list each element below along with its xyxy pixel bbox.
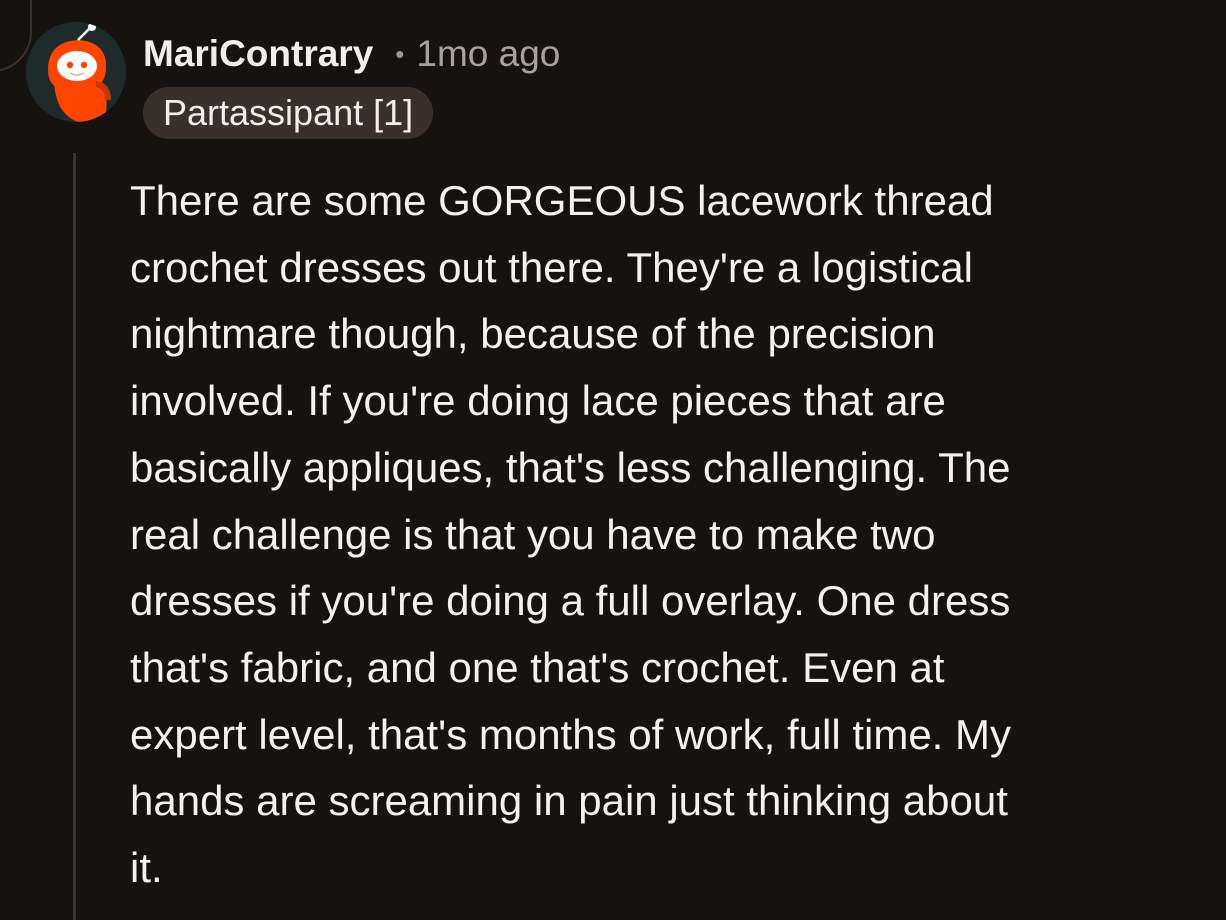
comment-body-text: There are some GORGEOUS lacework thread …	[130, 177, 1011, 892]
comment-page: MariContrary • 1mo ago Partassipant [1] …	[0, 0, 1226, 920]
comment-timestamp[interactable]: 1mo ago	[416, 33, 560, 75]
meta-separator: •	[395, 38, 405, 69]
user-avatar[interactable]	[26, 22, 126, 122]
user-flair-badge: Partassipant [1]	[143, 87, 434, 139]
reddit-snoo-avatar-icon	[26, 22, 126, 122]
username-link[interactable]: MariContrary	[143, 33, 373, 75]
comment-header: MariContrary • 1mo ago	[143, 30, 560, 78]
collapse-thread-line[interactable]	[73, 153, 76, 920]
